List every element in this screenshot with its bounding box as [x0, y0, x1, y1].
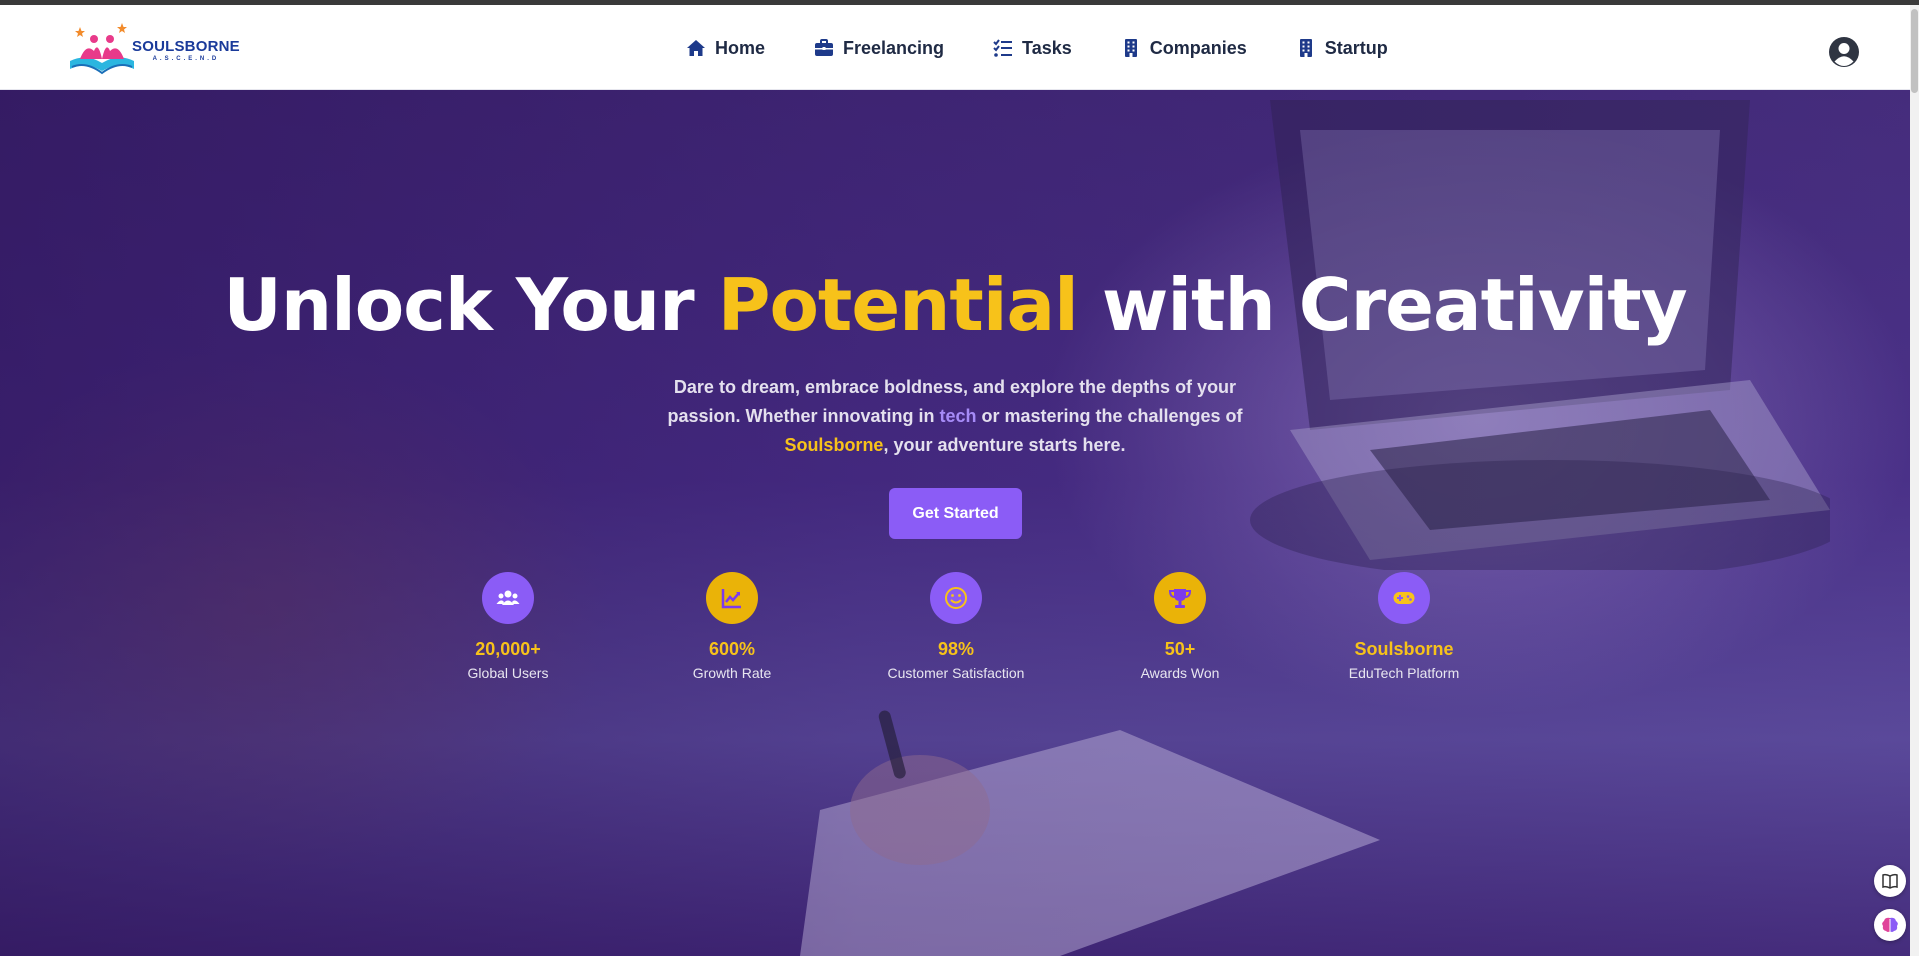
nav-item-startup[interactable]: Startup — [1296, 38, 1388, 59]
stat-label: Customer Satisfaction — [887, 665, 1025, 681]
gamepad-icon — [1378, 572, 1430, 624]
logo-book-icon — [70, 23, 134, 75]
subtext-brand-highlight: Soulsborne — [784, 435, 884, 455]
hero-section: Unlock Your Potential with Creativity Da… — [0, 90, 1910, 956]
brand-name: SOULSBORNE — [132, 38, 240, 55]
stat-global-users: 20,000+ Global Users — [408, 572, 608, 681]
brand-tagline: A.S.C.E.N.D — [152, 56, 220, 62]
stat-growth-rate: 600% Growth Rate — [632, 572, 832, 681]
stat-value: 50+ — [1164, 639, 1196, 659]
chart-line-icon — [706, 572, 758, 624]
nav-label-home: Home — [715, 37, 766, 58]
brain-icon — [1882, 917, 1898, 932]
smile-icon — [930, 572, 982, 624]
stat-value: Soulsborne — [1354, 639, 1454, 659]
floating-brain-button[interactable] — [1874, 909, 1906, 941]
headline-accent: Potential — [717, 263, 1079, 347]
get-started-button[interactable]: Get Started — [889, 488, 1022, 539]
scrollbar-thumb[interactable] — [1911, 9, 1918, 93]
stat-value: 98% — [937, 639, 975, 659]
floating-book-button[interactable] — [1874, 865, 1906, 897]
stat-value: 600% — [708, 639, 756, 659]
nav-item-home[interactable]: Home — [686, 38, 765, 59]
hero-headline: Unlock Your Potential with Creativity — [223, 263, 1687, 347]
stat-label: Global Users — [467, 665, 549, 681]
stat-value: 20,000+ — [475, 639, 541, 659]
tasks-list-icon — [993, 39, 1013, 57]
trophy-icon — [1154, 572, 1206, 624]
stat-label: EduTech Platform — [1348, 665, 1460, 681]
nav-item-companies[interactable]: Companies — [1121, 38, 1247, 59]
page-scrollbar[interactable] — [1910, 5, 1919, 956]
users-icon — [482, 572, 534, 624]
stat-label: Awards Won — [1140, 665, 1220, 681]
stat-customer-satisfaction: 98% Customer Satisfaction — [856, 572, 1056, 681]
logo[interactable]: SOULSBORNE A.S.C.E.N.D — [66, 21, 246, 79]
nav-item-tasks[interactable]: Tasks — [993, 38, 1072, 59]
subtext-tech-highlight: tech — [939, 406, 977, 426]
building-icon — [1299, 39, 1312, 57]
nav-label-tasks: Tasks — [1022, 37, 1072, 58]
home-icon — [687, 40, 705, 56]
user-circle-icon[interactable] — [1828, 36, 1860, 68]
navbar: SOULSBORNE A.S.C.E.N.D Home Freelancing — [0, 5, 1910, 90]
book-icon — [1882, 873, 1898, 889]
nav-item-freelancing[interactable]: Freelancing — [814, 38, 944, 59]
stat-awards-won: 50+ Awards Won — [1080, 572, 1280, 681]
building-icon — [1124, 39, 1137, 57]
nav-label-freelancing: Freelancing — [843, 37, 945, 58]
briefcase-icon — [815, 39, 834, 56]
nav-label-companies: Companies — [1149, 37, 1247, 58]
stat-edutech-platform: Soulsborne EduTech Platform — [1304, 572, 1504, 681]
hero-subtext: Dare to dream, embrace boldness, and exp… — [667, 377, 1243, 455]
main-nav: Home Freelancing Tasks Companies Startup — [686, 35, 1388, 61]
nav-label-startup: Startup — [1324, 37, 1388, 58]
stat-label: Growth Rate — [692, 665, 772, 681]
